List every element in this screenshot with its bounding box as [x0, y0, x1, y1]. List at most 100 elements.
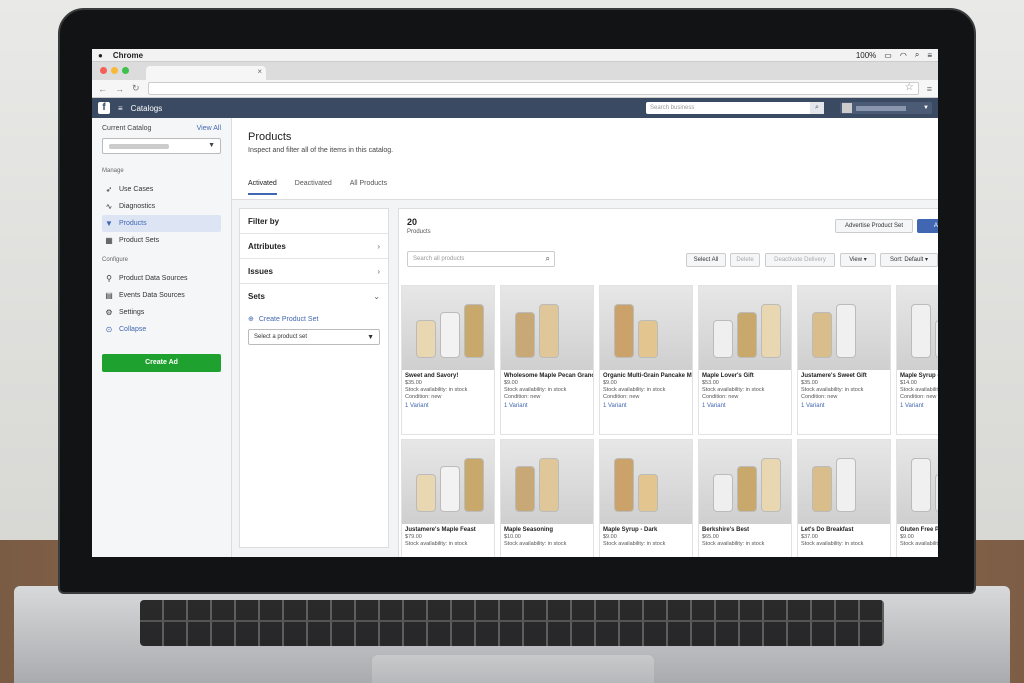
business-search-input[interactable]: Search business ⌕: [646, 102, 824, 114]
delete-button[interactable]: Delete: [730, 253, 760, 267]
keyboard: [140, 600, 884, 646]
product-jar-shape: [638, 474, 658, 512]
product-variant-link[interactable]: 1 Variant: [600, 400, 692, 409]
product-count-label: Products: [407, 229, 431, 235]
link-icon: ⚲: [106, 274, 112, 283]
sidebar-item-diagnostics[interactable]: ∿ Diagnostics: [102, 198, 221, 215]
minimize-window-icon[interactable]: [111, 67, 118, 74]
product-image: [402, 286, 494, 370]
search-icon[interactable]: ⌕: [915, 50, 919, 60]
browser-tabstrip: ×: [92, 62, 938, 80]
product-variant-link[interactable]: [600, 548, 692, 551]
catalog-select[interactable]: ▼: [102, 138, 221, 154]
bookmark-star-icon[interactable]: ☆: [905, 82, 914, 93]
sidebar-item-products[interactable]: ▼ Products: [102, 215, 221, 232]
filter-issues[interactable]: Issues ›: [240, 259, 388, 284]
product-card[interactable]: Sweet and Savory! $35.00 Stock availabilit…: [401, 285, 495, 435]
product-card[interactable]: Maple Seasoning $10.00 Stock availability:…: [500, 439, 594, 557]
create-ad-button[interactable]: Create Ad: [102, 354, 221, 372]
product-variant-link[interactable]: 1 Variant: [798, 400, 890, 409]
battery-percent: 100%: [855, 50, 877, 60]
product-condition: Condition: new: [504, 394, 541, 400]
facebook-topbar: f ≡ Catalogs Search business ⌕ ▼: [92, 98, 938, 118]
product-card[interactable]: Gluten Free Pan$9.00Stock availability: …: [896, 439, 938, 557]
product-variant-link[interactable]: 1 Variant: [699, 400, 791, 409]
product-jar-shape: [539, 304, 559, 358]
battery-icon[interactable]: ▭: [884, 51, 892, 60]
product-variant-link[interactable]: [897, 548, 938, 551]
apple-icon[interactable]: ●: [98, 51, 103, 60]
select-all-button[interactable]: Select All: [686, 253, 726, 267]
product-variant-link[interactable]: [798, 548, 890, 551]
address-bar[interactable]: ☆: [147, 82, 919, 95]
wifi-icon[interactable]: ◠: [900, 51, 907, 60]
sidebar-item-product-data-sources[interactable]: ⚲ Product Data Sources: [102, 270, 221, 287]
facebook-logo-icon[interactable]: f: [98, 102, 110, 114]
account-menu[interactable]: ▼: [840, 102, 932, 114]
sidebar-item-collapse[interactable]: ⊙ Collapse: [102, 321, 221, 338]
chevron-right-icon: ›: [377, 241, 380, 251]
pulse-icon: ∿: [105, 202, 113, 211]
hamburger-icon[interactable]: ≡: [118, 104, 123, 113]
filter-sets[interactable]: Sets ⌄: [240, 284, 388, 309]
menubar-app-name[interactable]: Chrome: [113, 51, 143, 60]
reload-icon[interactable]: ↻: [132, 83, 140, 94]
tab-deactivated[interactable]: Deactivated: [295, 180, 332, 195]
deactivate-delivery-button[interactable]: Deactivate Delivery: [765, 253, 835, 267]
gear-icon: ⚙: [105, 308, 113, 317]
product-card[interactable]: Justamere's Sweet Gift $35.00 Stock availa…: [797, 285, 891, 435]
create-product-set-link[interactable]: ⊕ Create Product Set: [240, 309, 388, 324]
sidebar-item-settings[interactable]: ⚙ Settings: [102, 304, 221, 321]
close-tab-icon[interactable]: ×: [257, 67, 262, 76]
product-card[interactable]: Justamere's Maple Feast $79.00 Stock avail…: [401, 439, 495, 557]
product-card[interactable]: Maple Syrup - Dark $9.00 Stock availabilit…: [599, 439, 693, 557]
sidebar-item-product-sets[interactable]: ▦ Product Sets: [102, 232, 221, 249]
close-window-icon[interactable]: [100, 67, 107, 74]
search-icon[interactable]: ⌕: [810, 102, 824, 114]
product-set-select[interactable]: Select a product set ▼: [248, 329, 380, 345]
tab-all-products[interactable]: All Products: [350, 180, 387, 195]
product-price: $9.00: [603, 534, 617, 540]
product-image: [798, 286, 890, 370]
search-icon[interactable]: ⌕: [546, 252, 550, 266]
product-condition: Condition: new: [603, 394, 640, 400]
browser-tab[interactable]: ×: [146, 66, 266, 80]
product-card[interactable]: Maple Syrup - V$14.00Stock availability:…: [896, 285, 938, 435]
product-card[interactable]: Let's Do Breakfast $37.00 Stock availabili…: [797, 439, 891, 557]
topbar-title[interactable]: Catalogs: [131, 104, 163, 113]
product-price: $53.00: [702, 380, 719, 386]
product-variant-link[interactable]: [402, 548, 494, 551]
maximize-window-icon[interactable]: [122, 67, 129, 74]
forward-icon[interactable]: →: [115, 84, 124, 94]
product-variant-link[interactable]: [699, 548, 791, 551]
chevron-right-icon: ›: [377, 266, 380, 276]
tab-activated[interactable]: Activated: [248, 180, 277, 195]
product-title: Gluten Free Pan: [900, 527, 938, 533]
product-variant-link[interactable]: 1 Variant: [897, 400, 938, 409]
product-jar-shape: [713, 320, 733, 358]
products-panel: 20 Products Advertise Product Set Add P …: [398, 208, 938, 557]
advertise-product-set-button[interactable]: Advertise Product Set: [835, 219, 913, 233]
view-all-link[interactable]: View All: [197, 125, 221, 132]
product-search-input[interactable]: Search all products ⌕: [407, 251, 555, 267]
menu-icon[interactable]: ≡: [927, 51, 932, 60]
sort-dropdown[interactable]: Sort: Default ▾: [880, 253, 938, 267]
product-card[interactable]: Maple Lover's Gift $53.00 Stock availabili…: [698, 285, 792, 435]
add-products-button[interactable]: Add P: [917, 219, 938, 233]
view-dropdown[interactable]: View ▾: [840, 253, 876, 267]
sidebar-item-use-cases[interactable]: ➶ Use Cases: [102, 181, 221, 198]
filter-attributes[interactable]: Attributes ›: [240, 234, 388, 259]
back-icon[interactable]: ←: [98, 84, 107, 94]
product-variant-link[interactable]: [501, 548, 593, 551]
sidebar-item-events-data-sources[interactable]: ▤ Events Data Sources: [102, 287, 221, 304]
current-catalog-label: Current Catalog: [102, 125, 152, 132]
product-price: $37.00: [801, 534, 818, 540]
product-variant-link[interactable]: 1 Variant: [501, 400, 593, 409]
product-card[interactable]: Berkshire's Best $65.00 Stock availability…: [698, 439, 792, 557]
product-price: $65.00: [702, 534, 719, 540]
product-variant-link[interactable]: 1 Variant: [402, 400, 494, 409]
product-price: $9.00: [900, 534, 914, 540]
browser-menu-icon[interactable]: ≡: [927, 84, 932, 94]
product-card[interactable]: Wholesome Maple Pecan Granola $9.00 Stock …: [500, 285, 594, 435]
product-card[interactable]: Organic Multi-Grain Pancake Mix $9.00 Stoc…: [599, 285, 693, 435]
